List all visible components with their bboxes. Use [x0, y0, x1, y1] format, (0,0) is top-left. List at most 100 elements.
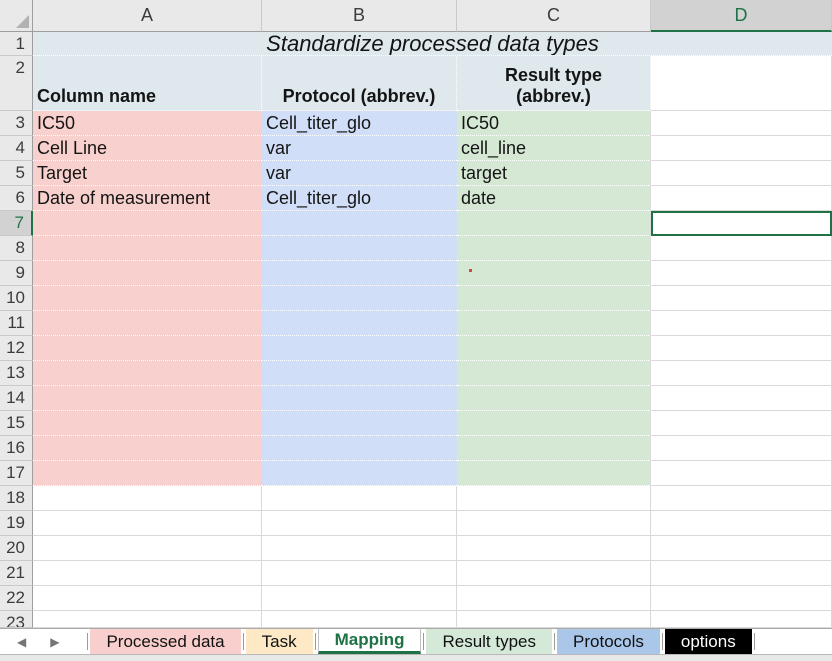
cell-D21[interactable]: [651, 561, 832, 586]
cell-C19[interactable]: [457, 511, 651, 536]
cell-B13[interactable]: [262, 361, 457, 386]
cell-C4[interactable]: cell_line: [457, 136, 651, 161]
cell-D14[interactable]: [651, 386, 832, 411]
cell-D22[interactable]: [651, 586, 832, 611]
cell-A5[interactable]: Target: [33, 161, 262, 186]
cell-C5[interactable]: target: [457, 161, 651, 186]
cell-A8[interactable]: [33, 236, 262, 261]
row-header-2[interactable]: 2: [0, 56, 33, 111]
cell-A14[interactable]: [33, 386, 262, 411]
column-header-D[interactable]: D: [651, 0, 832, 32]
cell-C9[interactable]: [457, 261, 651, 286]
cell-A10[interactable]: [33, 286, 262, 311]
cell-C20[interactable]: [457, 536, 651, 561]
cell-D5[interactable]: [651, 161, 832, 186]
cell-B23[interactable]: [262, 611, 457, 628]
cell-C21[interactable]: [457, 561, 651, 586]
row-header-14[interactable]: 14: [0, 386, 33, 411]
row-header-6[interactable]: 6: [0, 186, 33, 211]
title-cell-A1[interactable]: Standardize processed data types: [33, 32, 832, 56]
cell-B3[interactable]: Cell_titer_glo: [262, 111, 457, 136]
cell-D20[interactable]: [651, 536, 832, 561]
sheet-tab-protocols[interactable]: Protocols: [557, 629, 660, 654]
selected-cell-D7[interactable]: [651, 211, 832, 236]
cell-C15[interactable]: [457, 411, 651, 436]
cell-B7[interactable]: [262, 211, 457, 236]
cell-D8[interactable]: [651, 236, 832, 261]
cell-B9[interactable]: [262, 261, 457, 286]
row-header-4[interactable]: 4: [0, 136, 33, 161]
cell-C3[interactable]: IC50: [457, 111, 651, 136]
row-header-12[interactable]: 12: [0, 336, 33, 361]
cell-A2[interactable]: Column name: [33, 56, 262, 111]
cell-C17[interactable]: [457, 461, 651, 486]
cell-A17[interactable]: [33, 461, 262, 486]
cell-C12[interactable]: [457, 336, 651, 361]
row-header-7[interactable]: 7: [0, 211, 33, 236]
sheet-tab-result-types[interactable]: Result types: [426, 629, 552, 654]
cell-A16[interactable]: [33, 436, 262, 461]
row-header-21[interactable]: 21: [0, 561, 33, 586]
cell-B19[interactable]: [262, 511, 457, 536]
sheet-tab-processed-data[interactable]: Processed data: [90, 629, 240, 654]
cell-A13[interactable]: [33, 361, 262, 386]
cell-D4[interactable]: [651, 136, 832, 161]
cell-D13[interactable]: [651, 361, 832, 386]
cell-A6[interactable]: Date of measurement: [33, 186, 262, 211]
row-header-16[interactable]: 16: [0, 436, 33, 461]
cell-C7[interactable]: [457, 211, 651, 236]
row-header-17[interactable]: 17: [0, 461, 33, 486]
cell-C11[interactable]: [457, 311, 651, 336]
cell-D17[interactable]: [651, 461, 832, 486]
cell-A4[interactable]: Cell Line: [33, 136, 262, 161]
cell-D10[interactable]: [651, 286, 832, 311]
cell-A23[interactable]: [33, 611, 262, 628]
cell-C14[interactable]: [457, 386, 651, 411]
cell-B8[interactable]: [262, 236, 457, 261]
row-header-5[interactable]: 5: [0, 161, 33, 186]
cell-D12[interactable]: [651, 336, 832, 361]
sheet-tab-mapping[interactable]: Mapping: [318, 629, 422, 654]
row-header-22[interactable]: 22: [0, 586, 33, 611]
cell-D23[interactable]: [651, 611, 832, 628]
row-header-10[interactable]: 10: [0, 286, 33, 311]
row-header-19[interactable]: 19: [0, 511, 33, 536]
row-header-11[interactable]: 11: [0, 311, 33, 336]
cell-D16[interactable]: [651, 436, 832, 461]
row-header-18[interactable]: 18: [0, 486, 33, 511]
cell-C6[interactable]: date: [457, 186, 651, 211]
cell-C16[interactable]: [457, 436, 651, 461]
cell-C18[interactable]: [457, 486, 651, 511]
cell-C2[interactable]: Result type (abbrev.): [457, 56, 651, 111]
cell-B15[interactable]: [262, 411, 457, 436]
cell-A9[interactable]: [33, 261, 262, 286]
column-header-C[interactable]: C: [457, 0, 651, 32]
row-header-8[interactable]: 8: [0, 236, 33, 261]
cell-B2[interactable]: Protocol (abbrev.): [262, 56, 457, 111]
cell-A22[interactable]: [33, 586, 262, 611]
row-header-15[interactable]: 15: [0, 411, 33, 436]
cell-C10[interactable]: [457, 286, 651, 311]
cell-B14[interactable]: [262, 386, 457, 411]
cell-D2[interactable]: [651, 56, 832, 111]
cell-B11[interactable]: [262, 311, 457, 336]
cell-C23[interactable]: [457, 611, 651, 628]
cell-A20[interactable]: [33, 536, 262, 561]
cell-B6[interactable]: Cell_titer_glo: [262, 186, 457, 211]
row-header-13[interactable]: 13: [0, 361, 33, 386]
cell-A21[interactable]: [33, 561, 262, 586]
cell-A19[interactable]: [33, 511, 262, 536]
select-all-button[interactable]: [0, 0, 33, 32]
cell-C22[interactable]: [457, 586, 651, 611]
cell-B4[interactable]: var: [262, 136, 457, 161]
cell-A11[interactable]: [33, 311, 262, 336]
prev-sheet-icon[interactable]: ◀: [17, 636, 26, 648]
sheet-tab-task[interactable]: Task: [246, 629, 313, 654]
cell-A15[interactable]: [33, 411, 262, 436]
cell-C8[interactable]: [457, 236, 651, 261]
cell-D18[interactable]: [651, 486, 832, 511]
cell-A3[interactable]: IC50: [33, 111, 262, 136]
cell-A7[interactable]: [33, 211, 262, 236]
cell-D3[interactable]: [651, 111, 832, 136]
cell-B22[interactable]: [262, 586, 457, 611]
